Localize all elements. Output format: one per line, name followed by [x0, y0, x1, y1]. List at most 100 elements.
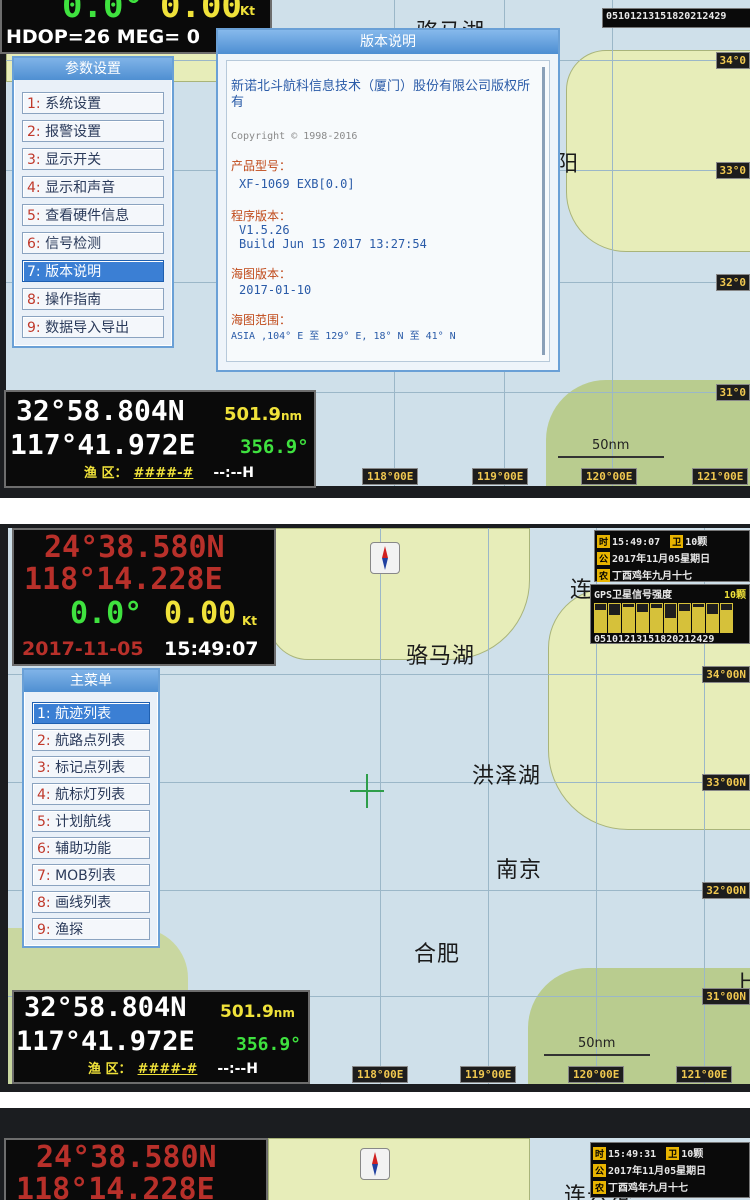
speed-value: 0.0°	[70, 596, 143, 631]
program-build: Build Jun 15 2017 13:27:54	[239, 237, 427, 251]
lunar-icon: 农	[597, 569, 611, 582]
lat-label: 31°00N	[702, 988, 750, 1005]
lon-label: 121°00E	[692, 468, 749, 485]
dialog-scrollbar[interactable]	[542, 67, 545, 355]
current-position-box: 24°38.580N 118°14.228E	[4, 1138, 268, 1200]
latitude-value: 32°58.804N	[16, 394, 185, 427]
crosshair-cursor[interactable]	[350, 774, 384, 808]
longitude-value: 117°41.972E	[16, 1026, 195, 1057]
calendar-icon: 公	[597, 552, 611, 565]
satellite-numbers: 05101213151820212429	[606, 11, 727, 22]
fishing-zone: 渔 区： ####-# --:--H	[88, 1061, 258, 1077]
lunar-icon: 农	[593, 1181, 607, 1194]
hdop-text: HDOP=26 MEG= 0	[6, 26, 200, 48]
bearing-value: 356.9°	[240, 436, 309, 458]
satellite-number-strip: 05101213151820212429	[602, 8, 750, 28]
clock-icon: 时	[593, 1147, 607, 1160]
gps-signal-bar	[678, 603, 691, 633]
menu-item-version-info[interactable]: 7: 版本说明	[22, 260, 164, 282]
lat-label: 34°0	[715, 52, 750, 69]
menu-item-user-guide[interactable]: 8: 操作指南	[22, 288, 164, 310]
kt-value: 0.00	[164, 596, 237, 631]
gps-signal-bar	[594, 603, 607, 633]
kt-value: 0.00	[160, 0, 242, 26]
gps-signal-bar	[706, 603, 719, 633]
menu-item-route-point-list[interactable]: 2: 航路点列表	[32, 729, 150, 751]
dialog-body: 新诺北斗航科信息技术（厦门）股份有限公司版权所有 Copyright © 199…	[226, 60, 550, 362]
status-date: 2017年11月05星期日	[612, 554, 711, 565]
longitude-value: 117°41.972E	[10, 428, 196, 461]
menu-item-plan-route[interactable]: 5: 计划航线	[32, 810, 150, 832]
gps-signal-bar	[608, 603, 621, 633]
menu-title: 参数设置	[14, 58, 172, 80]
gps-signal-bar	[636, 603, 649, 633]
lon-label: 118°00E	[352, 1066, 409, 1083]
gps-signal-bar	[720, 603, 733, 633]
compass-icon[interactable]	[370, 542, 400, 574]
bearing-value: 356.9°	[236, 1034, 302, 1055]
screen-panel-1: 骆马湖 阳 34°0 33°0 32°0 31°0 118°00E 119°00…	[0, 0, 750, 498]
menu-item-alarm-settings[interactable]: 2: 报警设置	[22, 120, 164, 142]
lon-label: 119°00E	[460, 1066, 517, 1083]
place-hefei: 合肥	[414, 942, 461, 967]
gps-signal-bar	[692, 603, 705, 633]
menu-item-line-list[interactable]: 8: 画线列表	[32, 891, 150, 913]
land-area	[566, 50, 750, 252]
menu-item-hardware-info[interactable]: 5: 查看硬件信息	[22, 204, 164, 226]
menu-item-beacon-list[interactable]: 4: 航标灯列表	[32, 783, 150, 805]
gps-signal-bar	[650, 603, 663, 633]
status-date: 2017年11月05星期日	[608, 1166, 707, 1177]
compass-icon[interactable]	[360, 1148, 390, 1180]
date-value: 2017-11-05	[22, 638, 144, 660]
menu-item-aux-functions[interactable]: 6: 辅助功能	[32, 837, 150, 859]
menu-item-display-sound[interactable]: 4: 显示和声音	[22, 176, 164, 198]
menu-item-mark-list[interactable]: 3: 标记点列表	[32, 756, 150, 778]
status-sats: 10颗	[685, 537, 708, 548]
lon-label: 118°00E	[362, 468, 419, 485]
menu-item-mob-list[interactable]: 7: MOB列表	[32, 864, 150, 886]
lat-label: 33°0	[715, 162, 750, 179]
distance-value: 501.9nm	[224, 404, 302, 425]
menu-title: 主菜单	[24, 670, 158, 692]
position-box: 32°58.804N 501.9nm 117°41.972E 356.9° 渔 …	[4, 390, 316, 488]
status-lunar: 丁酉鸡年九月十七	[612, 571, 693, 582]
scale-bar: 50nm	[558, 438, 664, 458]
version-dialog: 版本说明 新诺北斗航科信息技术（厦门）股份有限公司版权所有 Copyright …	[216, 28, 560, 372]
scale-label: 50nm	[578, 1036, 616, 1051]
kt-unit: Kt	[240, 4, 256, 18]
kt-unit: Kt	[242, 614, 258, 628]
place-hongzehu: 洪泽湖	[472, 764, 542, 789]
copyright-text: Copyright © 1998-2016	[231, 131, 358, 142]
scale-label: 50nm	[592, 438, 630, 453]
screen-panel-3: 连云港 24°38.580N 118°14.228E 时15:49:31 卫10…	[0, 1108, 750, 1200]
speed-value: 0.0°	[62, 0, 144, 26]
model-label: 产品型号：	[231, 159, 292, 173]
screen-panel-2: 骆马湖 洪泽湖 南京 合肥 连 上 34°00N 33°00N 32°00N 3…	[0, 524, 750, 1092]
lon-label: 120°00E	[581, 468, 638, 485]
lon-label: 121°00E	[676, 1066, 733, 1083]
menu-item-signal-test[interactable]: 6: 信号检测	[22, 232, 164, 254]
clock-icon: 时	[597, 535, 611, 548]
status-box: 时 15:49:31 卫 10颗 公 2017年11月05星期日 农丁酉鸡年九月十七	[590, 1142, 750, 1198]
program-version: V1.5.26	[239, 223, 290, 237]
chart-range-value: ASIA ,104° E 至 129° E, 18° N 至 41° N	[231, 331, 456, 342]
menu-item-track-list[interactable]: 1: 航迹列表	[32, 702, 150, 724]
model-value: XF-1069 EXB[0.0]	[239, 177, 355, 191]
menu-item-system-settings[interactable]: 1: 系统设置	[22, 92, 164, 114]
satellite-numbers: 05101213151820212429	[594, 634, 715, 645]
fishing-zone: 渔 区： ####-# --:--H	[84, 465, 254, 481]
menu-item-data-import-export[interactable]: 9: 数据导入导出	[22, 316, 164, 338]
chart-version-value: 2017-01-10	[239, 283, 312, 297]
menu-item-display-switch[interactable]: 3: 显示开关	[22, 148, 164, 170]
menu-item-fish-finder[interactable]: 9: 渔探	[32, 918, 150, 940]
gps-signal-bar	[622, 603, 635, 633]
time-value: 15:49:07	[164, 638, 259, 660]
distance-value: 501.9nm	[220, 1002, 295, 1022]
gps-sat-count: 10颗	[723, 590, 746, 601]
main-menu: 主菜单 1: 航迹列表 2: 航路点列表 3: 标记点列表 4: 航标灯列表 5…	[22, 668, 160, 948]
lat-label: 32°0	[715, 274, 750, 291]
status-sats: 10颗	[681, 1149, 704, 1160]
latitude-value: 32°58.804N	[24, 992, 187, 1023]
lat-label: 34°00N	[702, 666, 750, 683]
lat-label: 31°0	[715, 384, 750, 401]
